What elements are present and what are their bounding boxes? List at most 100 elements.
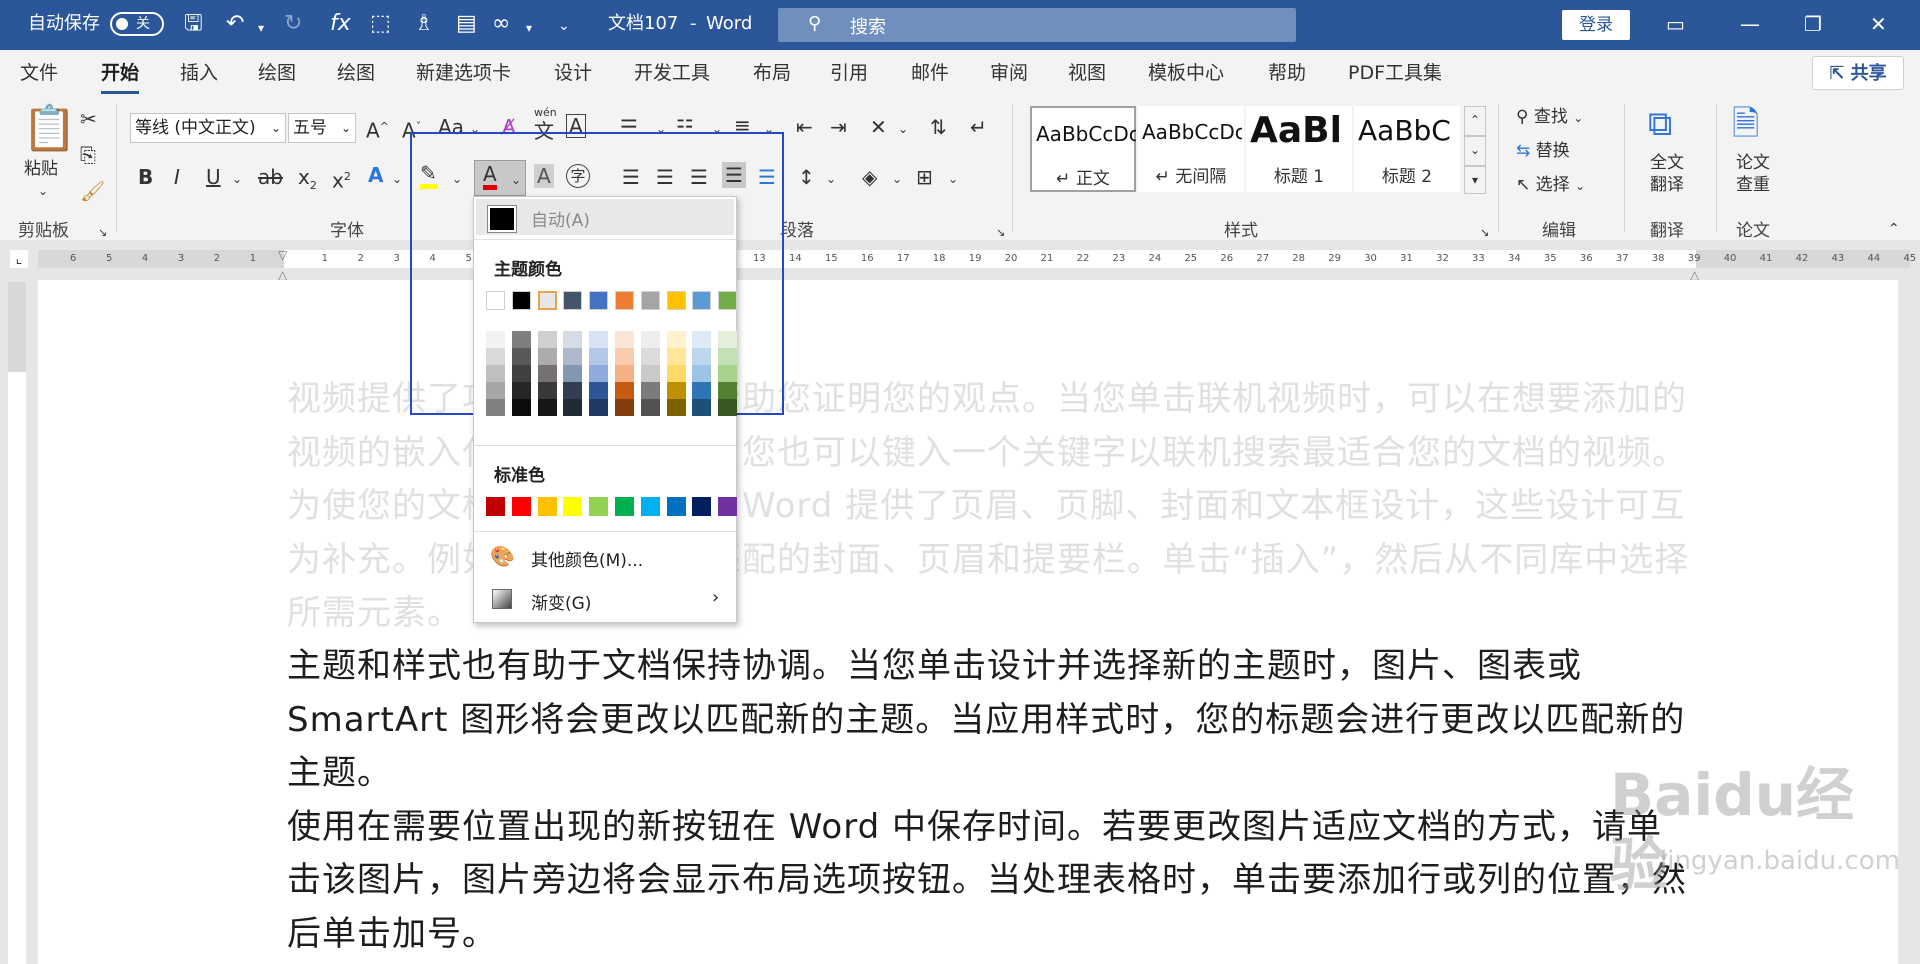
line-spacing-icon[interactable]: ↕ [798,164,815,190]
formula-icon[interactable]: fx [330,10,351,38]
undo-dropdown-icon[interactable]: ▾ [258,14,264,42]
theme-shade-swatch[interactable] [615,382,634,399]
org-chart-icon[interactable]: ♗ [414,10,434,38]
tab-1[interactable]: 开始 [101,60,140,94]
chinese-layout-icon[interactable]: ✕ [870,114,887,140]
theme-shade-swatch[interactable] [511,382,531,399]
gradient-item[interactable]: 渐变(G) › [476,579,734,619]
line-spacing-dropdown-icon[interactable]: ⌄ [826,166,836,192]
theme-color-swatch[interactable] [718,291,738,310]
theme-shade-swatch[interactable] [563,399,583,416]
theme-shade-swatch[interactable] [486,399,505,416]
restore-icon[interactable]: ❐ [1804,10,1822,38]
font-name-combo[interactable]: 等线 (中文正文) ⌄ [130,113,286,143]
replace-button[interactable]: ⇆ 替换 [1516,138,1570,164]
theme-shade-swatch[interactable] [615,365,634,382]
theme-shade-swatch[interactable] [666,365,686,382]
tab-7[interactable]: 开发工具 [634,60,710,86]
more-colors-item[interactable]: 🎨 其他颜色(M)... [476,537,734,575]
style-no-spacing[interactable]: AaBbCcDc ↵ 无间隔 [1138,106,1244,192]
theme-shade-swatch[interactable] [563,331,583,348]
theme-shade-swatch[interactable] [666,348,686,365]
undo-icon[interactable]: ↶ [226,10,244,38]
tab-13[interactable]: 模板中心 [1148,60,1224,86]
theme-shade-swatch[interactable] [563,365,583,382]
share-button[interactable]: ⇱ 共享 [1812,56,1904,90]
theme-shade-swatch[interactable] [692,399,712,416]
theme-shade-swatch[interactable] [718,348,738,365]
search-box[interactable]: ⚲ 搜索 [778,8,1296,42]
tab-10[interactable]: 邮件 [911,60,949,86]
tab-0[interactable]: 文件 [20,60,58,86]
theme-shade-swatch[interactable] [537,382,557,399]
theme-shade-swatch[interactable] [511,365,531,382]
theme-color-swatch[interactable] [666,291,686,310]
theme-shade-swatch[interactable] [718,382,738,399]
theme-color-swatch[interactable] [640,291,660,310]
styles-scroll-up-icon[interactable]: ⌃ [1464,106,1486,136]
theme-shade-swatch[interactable] [537,331,557,348]
translate-icon[interactable]: ⧉ [1648,104,1672,144]
shading-icon[interactable]: ◈ [862,164,877,190]
tab-9[interactable]: 引用 [830,60,868,86]
theme-shade-swatch[interactable] [692,331,712,348]
full-translate-label-2[interactable]: 翻译 [1650,174,1684,196]
standard-color-swatch[interactable] [486,497,505,516]
strikethrough-icon[interactable]: ab [258,164,283,190]
theme-shade-swatch[interactable] [692,348,712,365]
theme-color-swatch[interactable] [589,291,609,310]
style-normal[interactable]: AaBbCcDc ↵ 正文 [1030,106,1136,192]
theme-color-swatch[interactable] [692,291,712,310]
font-size-combo[interactable]: 五号 ⌄ [288,113,356,143]
theme-shade-swatch[interactable] [640,382,660,399]
find-button[interactable]: ⚲ 查找 ⌄ [1516,104,1583,131]
theme-shade-swatch[interactable] [486,365,505,382]
underline-icon[interactable]: U [206,164,221,190]
theme-color-swatch[interactable] [511,291,531,310]
theme-shade-swatch[interactable] [718,365,738,382]
standard-color-swatch[interactable] [640,497,660,516]
bold-icon[interactable]: B [138,164,153,190]
standard-color-swatch[interactable] [666,497,686,516]
link-icon[interactable]: ∞ [492,10,510,38]
format-painter-icon[interactable]: 🖌 [80,178,105,204]
tab-selector-icon[interactable]: ⌞ [10,250,28,268]
text-effects-dropdown-icon[interactable]: ⌄ [392,166,402,192]
superscript-icon[interactable]: x2 [332,164,351,194]
theme-color-swatch[interactable] [537,291,557,310]
tab-6[interactable]: 设计 [554,60,592,86]
paste-dropdown-icon[interactable]: ⌄ [38,178,48,204]
standard-color-swatch[interactable] [692,497,712,516]
tab-3[interactable]: 绘图 [258,60,296,86]
theme-shade-swatch[interactable] [640,365,660,382]
ribbon-display-icon[interactable]: ▭ [1666,10,1685,38]
show-marks-icon[interactable]: ↵ [970,114,987,140]
theme-shade-swatch[interactable] [511,331,531,348]
tab-12[interactable]: 视图 [1068,60,1106,86]
subscript-icon[interactable]: x2 [298,164,317,199]
borders-icon[interactable]: ⊞ [916,164,933,190]
standard-color-swatch[interactable] [511,497,531,516]
shading-dropdown-icon[interactable]: ⌄ [892,166,902,192]
theme-shade-swatch[interactable] [666,331,686,348]
grow-font-icon[interactable]: A^ [366,114,389,144]
autosave-toggle[interactable]: 关 [110,12,164,36]
theme-shade-swatch[interactable] [718,331,738,348]
cut-icon[interactable]: ✂ [80,106,97,132]
style-heading-2[interactable]: AaBbC 标题 2 [1354,106,1460,192]
theme-shade-swatch[interactable] [640,348,660,365]
paper-check-icon[interactable]: 🗎 [1732,104,1759,144]
theme-shade-swatch[interactable] [486,382,505,399]
document-check-icon[interactable]: ▤ [456,10,477,38]
styles-scroll-down-icon[interactable]: ⌄ [1464,136,1486,166]
italic-icon[interactable]: I [174,164,180,190]
decrease-indent-icon[interactable]: ⇤ [796,114,813,140]
customize-toolbar-icon[interactable]: ⌄ [558,12,570,40]
full-translate-label-1[interactable]: 全文 [1650,152,1684,174]
auto-color-item[interactable]: 自动(A) [476,199,734,235]
collapse-ribbon-icon[interactable]: ⌃ [1888,216,1900,242]
tab-11[interactable]: 审阅 [990,60,1028,86]
theme-color-swatch[interactable] [486,291,505,310]
theme-shade-swatch[interactable] [666,399,686,416]
sort-icon[interactable]: ⇅ [930,114,947,140]
